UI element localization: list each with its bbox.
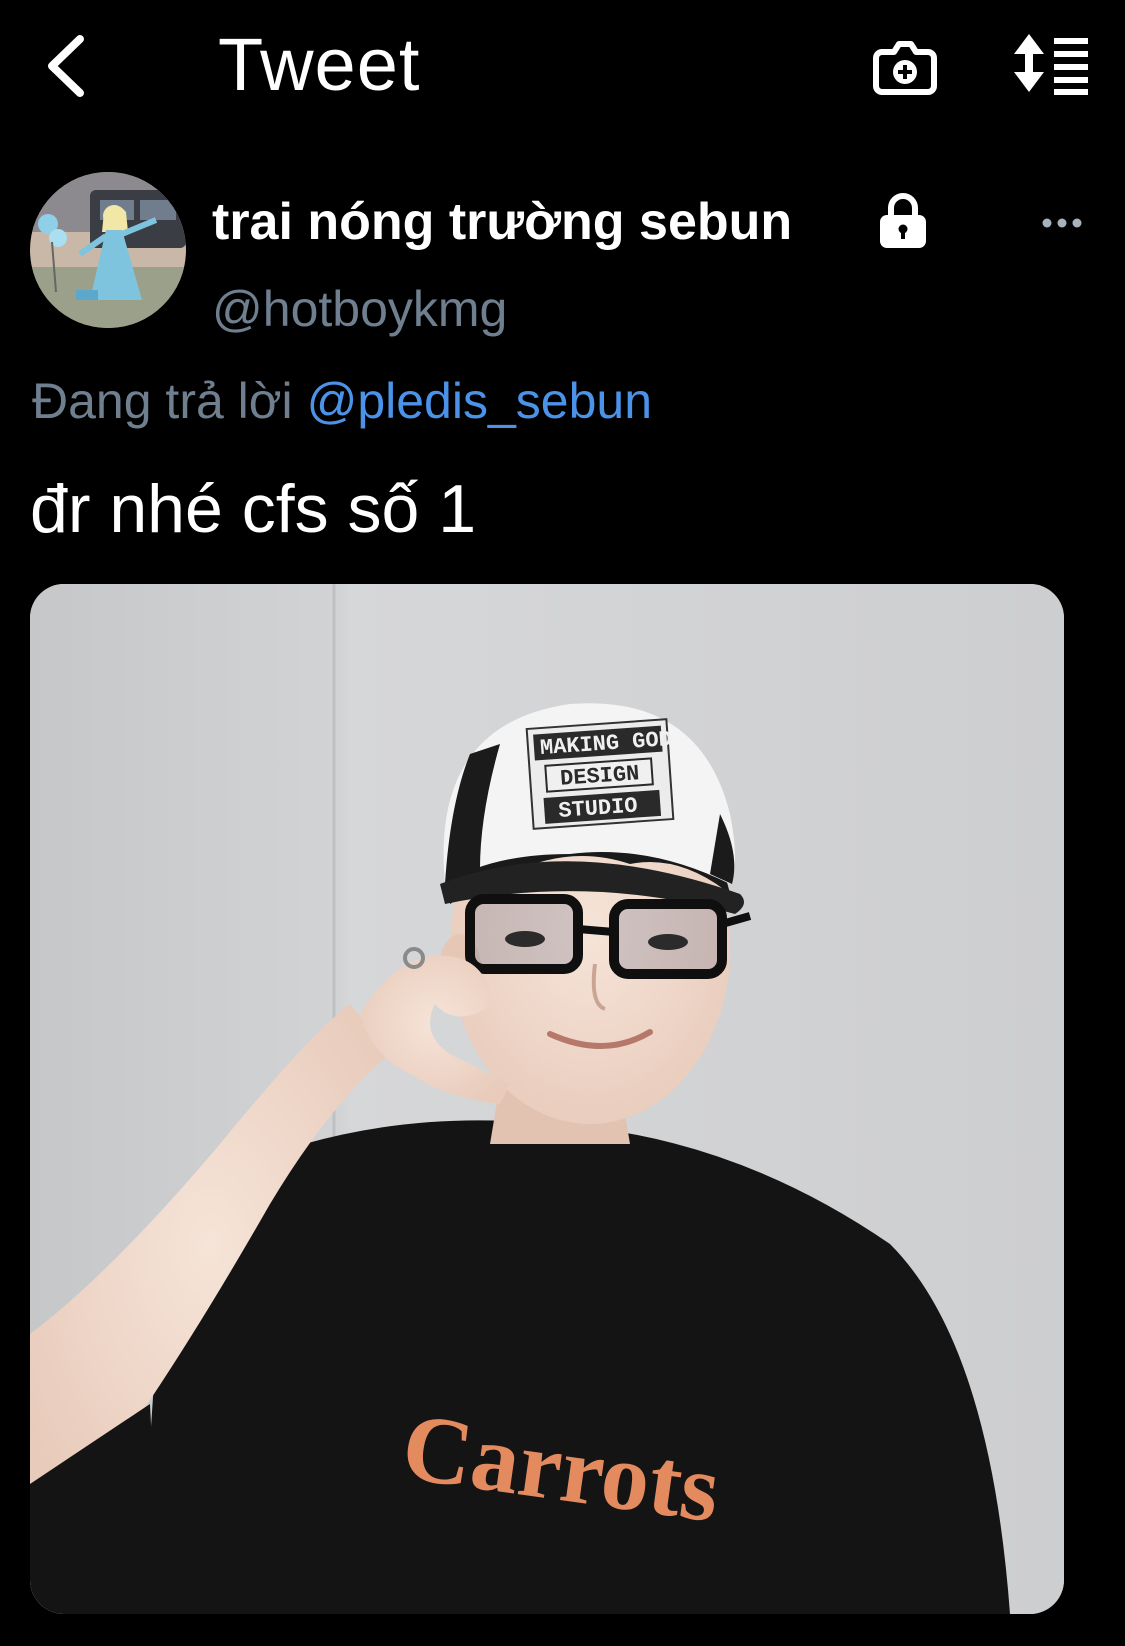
replying-to-label: Đang trả lời [32,373,293,429]
author-avatar[interactable] [30,172,186,328]
author-display-name[interactable]: trai nóng trường sebun [212,192,792,252]
sort-list-icon [1014,34,1088,95]
camera-button[interactable] [872,34,938,100]
page-title: Tweet [218,23,421,106]
author-handle[interactable]: @hotboykmg [212,280,507,338]
tweet-text: đr nhé cfs số 1 [30,471,477,547]
avatar-image [30,172,186,328]
replying-to-line: Đang trả lời @pledis_sebun [32,372,652,430]
camera-add-icon [873,41,937,95]
more-options-button[interactable] [1040,206,1084,240]
reply-mention-link[interactable]: @pledis_sebun [307,373,652,429]
lock-icon [880,193,926,248]
photo-illustration: Carrots MAKING GOD DESIGN STUDIO [30,584,1064,1614]
back-button[interactable] [36,30,96,102]
top-nav-bar: Tweet [0,0,1125,140]
tweet-photo[interactable]: Carrots MAKING GOD DESIGN STUDIO [30,584,1064,1614]
chevron-left-icon [48,35,84,97]
more-horizontal-icon [1042,218,1082,228]
sort-button[interactable] [1012,32,1092,98]
